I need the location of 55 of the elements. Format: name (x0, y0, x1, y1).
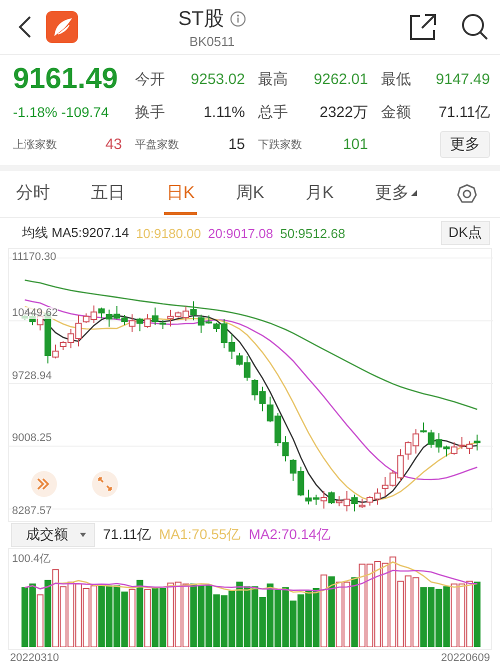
app-logo-icon (46, 11, 78, 43)
stat-label: 最低 (381, 70, 411, 88)
stat-label: 最高 (258, 70, 288, 88)
stat-value: 9147.49 (436, 70, 490, 88)
info-icon[interactable] (230, 10, 246, 26)
collapse-icon[interactable] (31, 471, 57, 497)
price-axis-label: 8287.57 (12, 505, 52, 517)
date-label: 20220310 (10, 652, 59, 664)
breadth-value: 43 (105, 136, 122, 152)
price-axis-label: 11170.30 (12, 251, 56, 263)
volume-axis-label: 100.4亿 (12, 552, 51, 566)
ma-legend: 均线 MA5:9207.14 (22, 224, 129, 242)
chart-tab[interactable]: 周K (234, 173, 266, 215)
volume-ma-value: MA2:70.14亿 (248, 526, 330, 544)
ma-value: 20:9017.08 (208, 226, 274, 240)
search-icon[interactable] (460, 12, 490, 42)
back-icon[interactable] (18, 15, 32, 39)
chart-tab[interactable]: 分时 (14, 173, 52, 215)
chart-tab[interactable]: 更多 (372, 173, 419, 215)
share-icon[interactable] (408, 12, 438, 42)
price-axis-label: 9728.94 (12, 370, 52, 382)
indicator-dropdown[interactable]: 成交额 (11, 523, 95, 547)
date-label: 20220609 (441, 652, 490, 664)
ma-value: 10:9180.00 (136, 226, 202, 240)
stat-value: 1.11% (204, 104, 245, 120)
chart-tab[interactable]: 五日 (89, 173, 128, 215)
breadth-label: 平盘家数 (135, 138, 179, 152)
price-value: 9161.49 (13, 62, 119, 96)
dk-button[interactable]: DK点 (440, 221, 490, 245)
stock-code: BK0511 (189, 34, 235, 49)
stat-value: 2322万 (320, 102, 368, 122)
caret-icon (410, 190, 417, 196)
stat-label: 今开 (135, 70, 165, 88)
stat-label: 换手 (135, 102, 165, 122)
chart-tab[interactable]: 月K (303, 173, 336, 215)
caret-icon (80, 532, 86, 538)
price-change: -1.18% -109.74 (13, 104, 110, 120)
stat-value: 9253.02 (190, 70, 245, 88)
expand-icon[interactable] (92, 471, 118, 497)
stat-label: 金额 (381, 102, 411, 122)
volume-value: 71.11亿 (103, 526, 151, 544)
ma-value: 50:9512.68 (280, 226, 346, 240)
stat-value: 71.11亿 (438, 102, 490, 122)
price-axis-label: 10449.62 (12, 306, 58, 319)
settings-icon[interactable] (456, 183, 478, 205)
breadth-value: 15 (228, 136, 245, 152)
volume-ma-value: MA1:70.55亿 (159, 526, 241, 544)
more-button[interactable]: 更多 (440, 130, 490, 158)
breadth-label: 下跌家数 (258, 138, 302, 152)
page-title: ST股 (178, 7, 224, 32)
breadth-label: 上涨家数 (13, 138, 57, 152)
price-axis-label: 9008.25 (12, 432, 52, 444)
stat-value: 9262.01 (314, 70, 368, 88)
stat-label: 总手 (258, 102, 288, 122)
breadth-value: 101 (342, 136, 368, 152)
